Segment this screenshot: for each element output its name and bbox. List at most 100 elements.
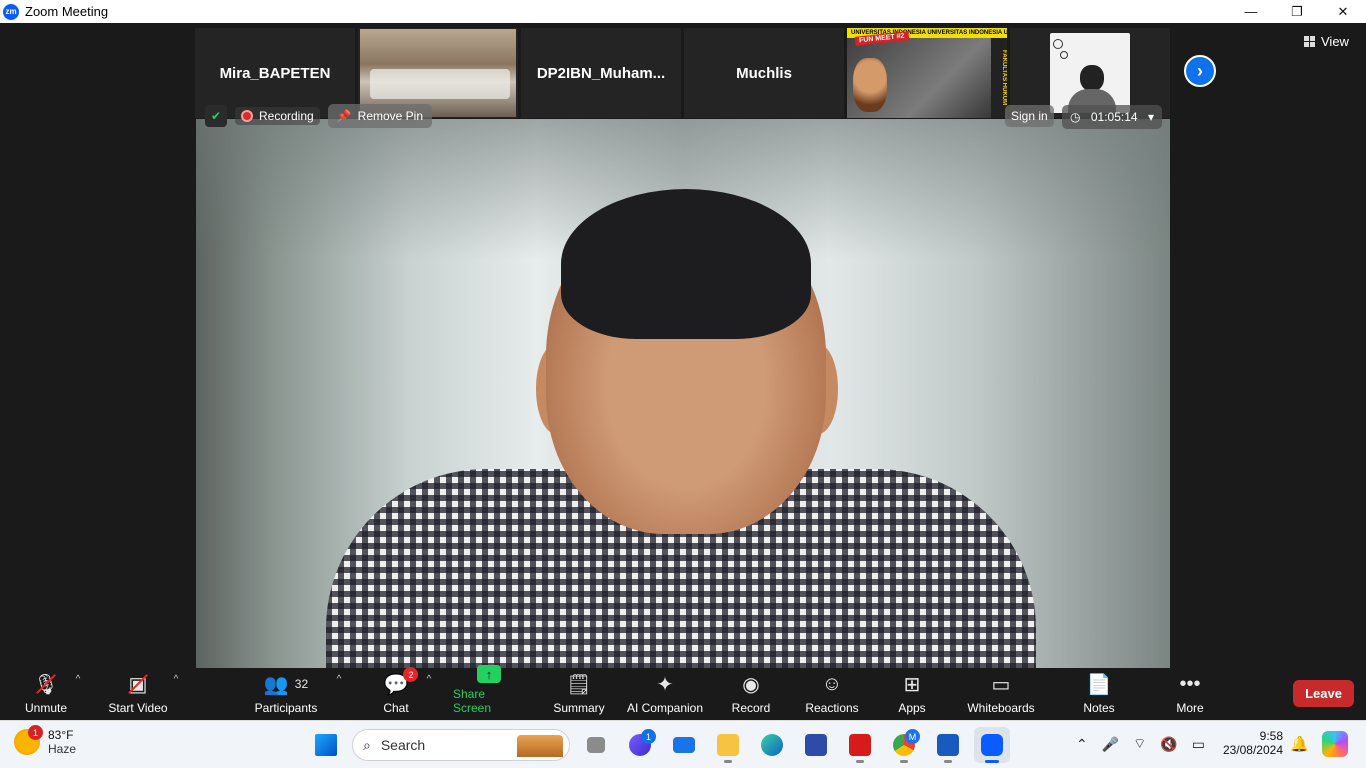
participants-options-button[interactable]: ^: [331, 668, 347, 720]
battery-icon[interactable]: ▭: [1192, 736, 1205, 753]
sparkle-icon: ✦: [656, 673, 674, 696]
recording-indicator[interactable]: Recording: [235, 107, 320, 125]
smiley-plus-icon: ☺: [821, 672, 843, 695]
meet-now-icon[interactable]: 1: [622, 727, 658, 763]
microphone-muted-icon: 🎙: [33, 671, 58, 697]
leave-button[interactable]: Leave: [1293, 680, 1354, 707]
clock-icon: ◷: [1070, 110, 1081, 124]
share-screen-icon-wrap: ↑: [477, 665, 501, 683]
participants-count: 32: [294, 677, 309, 691]
running-indicator: [944, 760, 952, 763]
microphone-icon[interactable]: 🎤: [1102, 736, 1119, 753]
running-indicator: [856, 760, 864, 763]
audio-options-button[interactable]: ^: [70, 668, 86, 720]
participant-tile[interactable]: UNIVERSITAS INDONESIA UNIVERSITAS INDONE…: [847, 28, 1007, 118]
chevron-up-icon[interactable]: ⌃: [1076, 736, 1088, 753]
acrobat-icon[interactable]: [842, 727, 878, 763]
pinned-video[interactable]: [196, 119, 1170, 668]
title-bar: zm Zoom Meeting — ❐ ✕: [0, 0, 1366, 23]
participants-icon: 👥 32: [263, 673, 309, 696]
whiteboards-button[interactable]: ▭ Whiteboards: [965, 668, 1037, 720]
meeting-toolbar: 🎙 Unmute ^ ▣ Start Video ^ 👥32 Participa…: [0, 665, 1366, 720]
chevron-right-icon[interactable]: ›: [1184, 55, 1216, 87]
chrome-icon[interactable]: M: [886, 727, 922, 763]
copilot-icon[interactable]: [1322, 731, 1348, 757]
participants-button[interactable]: 👥 32 Participants: [252, 668, 320, 720]
unmute-label: Unmute: [24, 701, 68, 715]
notification-bell-icon[interactable]: 🔔: [1290, 735, 1309, 753]
chat-button[interactable]: 💬 2 Chat: [378, 667, 419, 720]
chat-label: Chat: [383, 701, 409, 715]
chat-bubble-icon: 💬 2: [384, 667, 419, 697]
chat-options-button[interactable]: ^: [421, 668, 437, 720]
chevron-down-icon: ▾: [1147, 110, 1154, 124]
summary-icon: 🗒: [566, 673, 592, 696]
person-hair: [561, 189, 811, 339]
search-icon: ⌕: [363, 736, 371, 753]
speaker-muted-icon[interactable]: 🔇: [1160, 736, 1177, 753]
participant-name: DP2IBN_Muham...: [536, 64, 666, 82]
thought-bubble-icon: [1060, 51, 1068, 59]
clock-time: 9:58: [1259, 729, 1283, 743]
reactions-button[interactable]: ☺ Reactions: [803, 668, 861, 720]
weather-widget[interactable]: 1 83°F Haze: [14, 725, 77, 756]
weather-haze-icon: 1: [14, 725, 43, 755]
apps-button[interactable]: ⊞ Apps: [894, 668, 930, 720]
pin-icon: 📌: [336, 109, 352, 123]
participants-label: Participants: [254, 701, 318, 715]
task-view-icon[interactable]: [578, 727, 614, 763]
record-dot-icon: [241, 110, 253, 122]
participant-name: Muchlis: [736, 64, 792, 82]
participant-tile[interactable]: Muchlis: [684, 28, 844, 118]
unmute-button[interactable]: 🎙 Unmute: [20, 668, 72, 720]
share-screen-icon: ↑: [477, 665, 501, 683]
sign-in-button[interactable]: Sign in: [1005, 105, 1054, 127]
whiteboards-label: Whiteboards: [967, 701, 1035, 715]
ai-companion-button[interactable]: ✦ AI Companion: [625, 668, 705, 720]
more-button[interactable]: ••• More: [1172, 668, 1208, 720]
participant-tile[interactable]: DP2IBN_Muham...: [521, 28, 681, 118]
start-video-button[interactable]: ▣ Start Video: [105, 668, 171, 720]
word-icon[interactable]: [930, 727, 966, 763]
taskbar-search[interactable]: ⌕ Search: [352, 729, 570, 761]
notes-label: Notes: [1083, 701, 1115, 715]
system-tray: ⌃ 🎤 ⌔ 🔇 ▭: [1076, 735, 1205, 753]
grid-view-icon: [1304, 36, 1315, 47]
close-button[interactable]: ✕: [1320, 0, 1366, 23]
apps-icon: ⊞: [903, 673, 921, 696]
video-camera-off-icon: ▣: [128, 671, 148, 697]
minimize-button[interactable]: —: [1228, 0, 1274, 23]
zoom-taskbar-icon[interactable]: [974, 727, 1010, 763]
windows-start-icon[interactable]: [308, 727, 344, 763]
share-screen-button[interactable]: ↑ Share Screen: [453, 665, 525, 720]
file-explorer-icon[interactable]: [710, 727, 746, 763]
video-options-button[interactable]: ^: [168, 668, 184, 720]
reactions-label: Reactions: [805, 701, 859, 715]
summary-button[interactable]: 🗒 Summary: [551, 668, 607, 720]
notes-icon: 📄: [1086, 673, 1112, 696]
avatar: [1050, 33, 1130, 113]
mail-icon[interactable]: [666, 727, 702, 763]
taskbar-clock[interactable]: 9:58 23/08/2024: [1218, 729, 1283, 757]
weather-desc: Haze: [48, 742, 77, 756]
participant-name: Mira_BAPETEN: [219, 64, 331, 82]
weather-badge: 1: [28, 725, 43, 740]
video-side-text: FAKULTAS HUKUM: [991, 38, 1007, 118]
chevron-up-icon: ^: [336, 674, 342, 685]
more-dots-icon: •••: [1179, 672, 1201, 695]
clock-date: 23/08/2024: [1222, 743, 1283, 757]
edge-icon[interactable]: [754, 727, 790, 763]
ai-companion-label: AI Companion: [626, 701, 704, 715]
avatar-head: [1080, 65, 1104, 91]
meeting-timer[interactable]: ◷ 01:05:14 ▾: [1062, 105, 1162, 129]
remove-pin-button[interactable]: 📌 Remove Pin: [327, 104, 433, 128]
chevron-up-icon: ^: [173, 674, 179, 685]
remote-desktop-icon[interactable]: [798, 727, 834, 763]
more-label: More: [1176, 701, 1204, 715]
restore-button[interactable]: ❐: [1274, 0, 1320, 23]
notes-button[interactable]: 📄 Notes: [1081, 668, 1117, 720]
record-button[interactable]: ◉ Record: [729, 668, 773, 720]
shield-check-icon[interactable]: ✔: [205, 105, 227, 127]
view-button[interactable]: View: [1304, 34, 1349, 49]
wifi-icon[interactable]: ⌔: [1133, 735, 1146, 753]
